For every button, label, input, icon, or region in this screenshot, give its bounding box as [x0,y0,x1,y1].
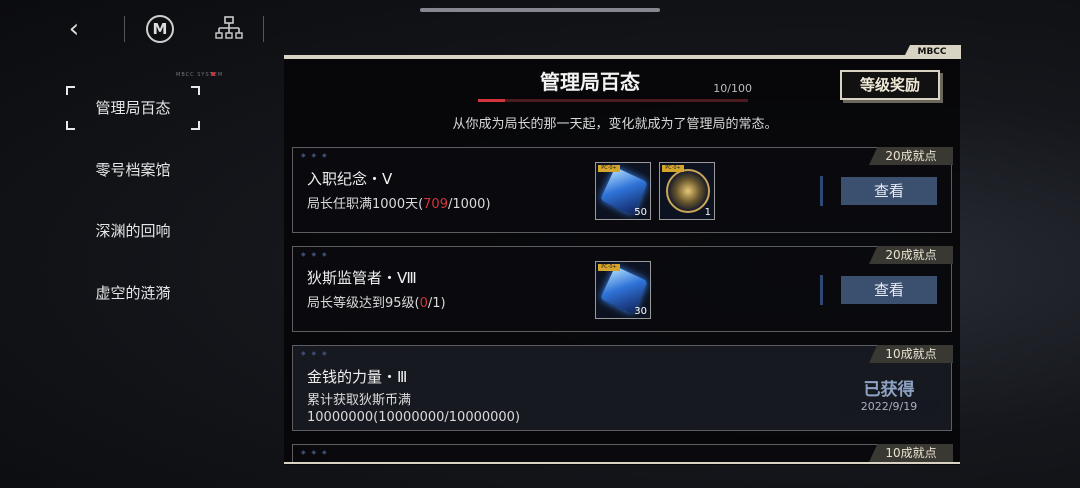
view-button[interactable]: 查看 [841,177,937,205]
back-arrow-icon[interactable]: ‹ [58,14,90,46]
progress-count: 10/100 [713,82,752,95]
achievement-card: ◆ ◆ ◆ 20成就点 狄斯监管者・Ⅷ 局长等级达到95级(0/1) PC·0+… [292,246,953,332]
obtained-status: 已获得 [863,380,915,400]
medal-icon [666,169,710,213]
item-label: PC·0+ [662,165,684,172]
achievement-points-tag: 20成就点 [869,246,953,264]
panel-subtitle: 从你成为局长的那一天起，变化就成为了管理局的常态。 [452,117,778,132]
sidebar-item-void[interactable]: 虚空的涟漪 [70,273,196,313]
achievement-points-tag: 10成就点 [869,444,953,462]
sidebar-item-label: 零号档案馆 [95,161,171,179]
sidebar-item-label: 深渊的回响 [95,222,171,240]
reward-item[interactable]: PC·0+ 30 [595,261,651,319]
achievement-desc: 累计获取狄斯币满 10000000(10000000/10000000) [307,393,521,425]
obtained-date: 2022/9/19 [838,400,940,414]
page-title: 管理局百态 [540,70,640,94]
status-dot [211,72,215,76]
reward-item[interactable]: PC·0+ 1 [659,162,715,220]
decor-dots: ◆ ◆ ◆ [301,251,329,258]
sidebar-item-management[interactable]: 管理局百态 [66,86,200,130]
sidebar-item-label: 虚空的涟漪 [95,284,171,302]
level-reward-button[interactable]: 等级奖励 [840,70,940,100]
item-quantity: 50 [634,207,647,218]
decor-dots: ◆ ◆ ◆ [301,350,329,357]
mbcc-logo-icon[interactable]: M [146,15,174,43]
achievement-title: 金钱的力量・Ⅲ [307,368,408,386]
achievement-card: ◆ ◆ ◆ 10成就点 [292,444,953,464]
sidebar-item-archive[interactable]: 零号档案馆 [70,150,196,190]
panel-badge: MBCC [903,45,961,59]
item-label: PC·0+ [598,165,620,172]
item-label: PC·0+ [598,264,620,271]
decor-dots: ◆ ◆ ◆ [301,152,329,159]
achievement-card: ◆ ◆ ◆ 20成就点 入职纪念・Ⅴ 局长任职满1000天(709/1000) … [292,147,953,233]
view-button[interactable]: 查看 [841,276,937,304]
hierarchy-icon[interactable] [214,14,244,44]
achievement-desc: 局长任职满1000天(709/1000) [307,197,491,212]
system-label: MBCC SYSTEM [176,72,224,78]
reward-item[interactable]: PC·0+ 50 [595,162,651,220]
progress-fill [478,99,505,102]
achievement-title: 狄斯监管者・Ⅷ [307,269,417,287]
sidebar-item-abyss[interactable]: 深渊的回响 [70,211,196,251]
item-quantity: 1 [704,207,711,218]
divider [820,275,823,305]
achievement-points-tag: 10成就点 [869,345,953,363]
divider [124,16,125,42]
achievement-title: 入职纪念・Ⅴ [307,170,393,188]
achievement-points-tag: 20成就点 [869,147,953,165]
divider [263,16,264,42]
divider [820,176,823,206]
decor-dots: ◆ ◆ ◆ [301,449,329,456]
sidebar-item-label: 管理局百态 [95,99,171,117]
panel-bottom-border [284,462,960,464]
item-quantity: 30 [634,306,647,317]
achievement-desc: 局长等级达到95级(0/1) [307,296,446,311]
progress-bar [478,99,748,102]
drag-handle [420,8,660,12]
